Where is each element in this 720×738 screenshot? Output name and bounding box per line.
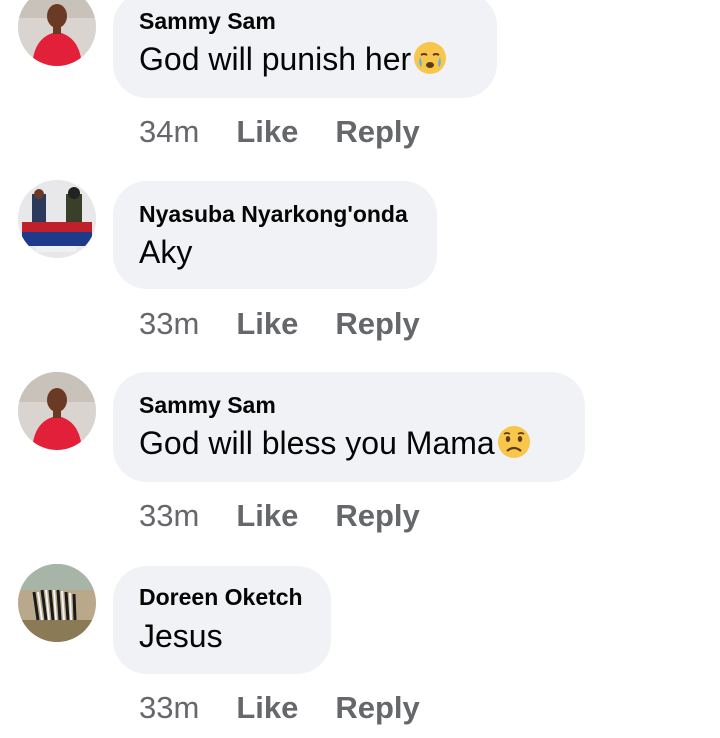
comment-author[interactable]: Sammy Sam bbox=[139, 392, 276, 419]
like-button[interactable]: Like bbox=[236, 498, 298, 533]
reply-button[interactable]: Reply bbox=[335, 114, 419, 149]
comment-time[interactable]: 33m bbox=[139, 306, 199, 341]
comment-author[interactable]: Sammy Sam bbox=[139, 8, 276, 35]
like-button[interactable]: Like bbox=[236, 306, 298, 341]
avatar[interactable] bbox=[18, 180, 96, 258]
comment-text-content: God will bless you Mama bbox=[139, 425, 495, 461]
avatar-photo-icon bbox=[18, 372, 96, 450]
comment-time[interactable]: 33m bbox=[139, 498, 199, 533]
comment-bubble: Doreen Oketch Jesus bbox=[113, 566, 331, 674]
comment-bubble: Nyasuba Nyarkong'onda Aky bbox=[113, 181, 437, 289]
comment-actions: 34m Like Reply bbox=[139, 114, 420, 150]
avatar[interactable] bbox=[18, 0, 96, 66]
avatar-photo-icon bbox=[18, 0, 96, 66]
crying-emoji-icon bbox=[412, 40, 448, 76]
avatar[interactable] bbox=[18, 564, 96, 642]
avatar-photo-icon bbox=[18, 180, 96, 258]
comment-text: God will bless you Mama bbox=[139, 424, 532, 462]
avatar-photo-icon bbox=[18, 564, 96, 642]
comment-bubble: Sammy Sam God will punish her bbox=[113, 0, 497, 98]
reply-button[interactable]: Reply bbox=[335, 306, 419, 341]
comment-text: God will punish her bbox=[139, 40, 448, 78]
comment-time[interactable]: 33m bbox=[139, 690, 199, 725]
comment-text: Jesus bbox=[139, 618, 223, 654]
avatar[interactable] bbox=[18, 372, 96, 450]
comment-actions: 33m Like Reply bbox=[139, 498, 420, 534]
comment-time[interactable]: 34m bbox=[139, 114, 199, 149]
like-button[interactable]: Like bbox=[236, 690, 298, 725]
comment-actions: 33m Like Reply bbox=[139, 306, 420, 342]
comment-author[interactable]: Doreen Oketch bbox=[139, 584, 303, 611]
sad-emoji-icon bbox=[496, 424, 532, 460]
comment-bubble: Sammy Sam God will bless you Mama bbox=[113, 372, 585, 482]
comment-text: Aky bbox=[139, 234, 193, 270]
comment-text-content: God will punish her bbox=[139, 41, 412, 77]
reply-button[interactable]: Reply bbox=[335, 690, 419, 725]
comment-actions: 33m Like Reply bbox=[139, 690, 420, 726]
comment-author[interactable]: Nyasuba Nyarkong'onda bbox=[139, 201, 408, 228]
reply-button[interactable]: Reply bbox=[335, 498, 419, 533]
like-button[interactable]: Like bbox=[236, 114, 298, 149]
